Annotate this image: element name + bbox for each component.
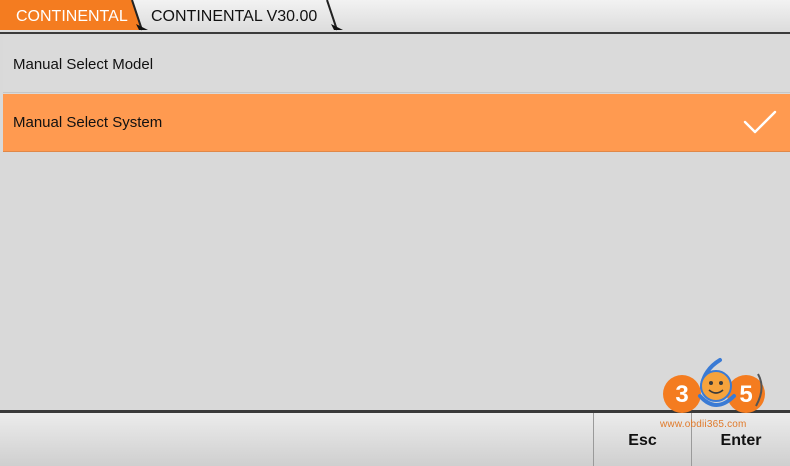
screen: CONTINENTAL CONTINENTAL V30.00 Manual Se… — [0, 0, 790, 466]
checkmark-icon — [743, 110, 777, 134]
menu-item-label: Manual Select System — [13, 114, 163, 131]
esc-button[interactable]: Esc — [594, 413, 691, 466]
menu-list: Manual Select Model Manual Select System — [0, 34, 790, 410]
breadcrumb: CONTINENTAL CONTINENTAL V30.00 — [0, 0, 790, 34]
breadcrumb-item-continental-v30[interactable]: CONTINENTAL V30.00 — [151, 0, 317, 32]
menu-item-manual-select-model[interactable]: Manual Select Model — [3, 36, 790, 93]
menu-item-manual-select-system[interactable]: Manual Select System — [3, 94, 790, 152]
breadcrumb-item-continental[interactable]: CONTINENTAL — [16, 0, 128, 32]
enter-button[interactable]: Enter — [692, 413, 790, 466]
menu-item-label: Manual Select Model — [13, 56, 154, 73]
bottom-toolbar: Esc Enter — [0, 410, 790, 466]
